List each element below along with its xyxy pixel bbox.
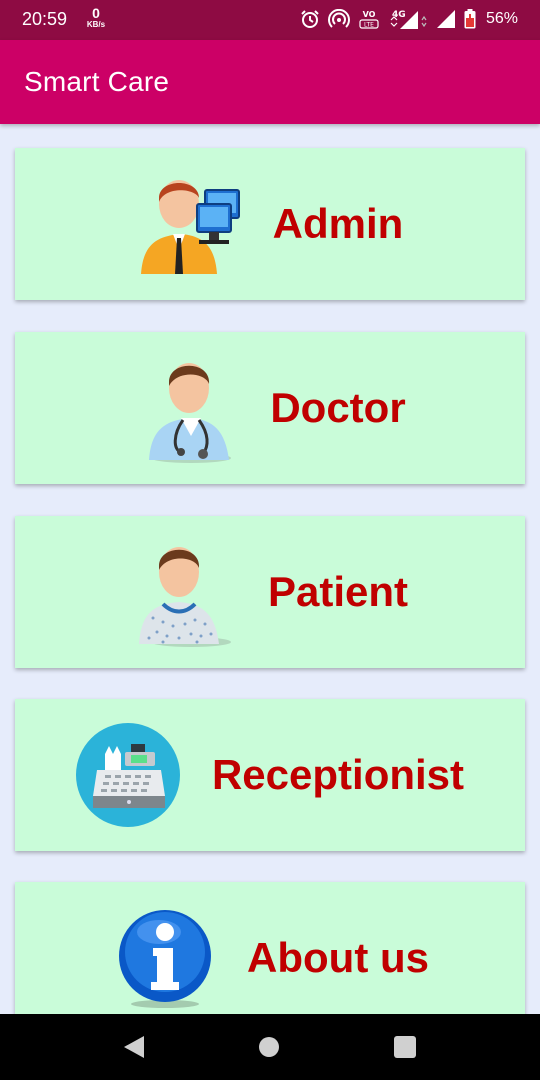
doctor-label: Doctor: [270, 384, 406, 431]
signal-4g-icon: 4G: [388, 8, 428, 30]
alarm-icon: [300, 9, 320, 29]
navigation-bar: [0, 1014, 540, 1080]
app-bar: Smart Care: [0, 40, 540, 124]
about-us-label: About us: [247, 934, 429, 981]
admin-icon: [135, 174, 245, 279]
back-icon[interactable]: [122, 1034, 146, 1065]
admin-card[interactable]: Admin: [15, 148, 525, 300]
receptionist-card[interactable]: Receptionist: [15, 699, 525, 851]
volte-icon: VO LTE: [358, 8, 380, 30]
info-icon: [115, 908, 215, 1015]
status-bar: 20:59 0 KB/s VO LTE 4G 56%: [0, 0, 540, 40]
receptionist-label: Receptionist: [211, 751, 465, 798]
network-speed: 0 KB/s: [84, 6, 108, 29]
receptionist-icon: [75, 722, 181, 833]
signal-icon: [436, 9, 456, 29]
battery-icon: [464, 9, 476, 29]
svg-text:LTE: LTE: [364, 22, 374, 29]
status-time: 20:59: [22, 9, 68, 29]
home-icon[interactable]: [258, 1036, 280, 1063]
admin-label: Admin: [272, 200, 404, 247]
app-title: Smart Care: [24, 66, 170, 97]
hotspot-icon: [327, 9, 350, 29]
doctor-icon: [133, 354, 233, 469]
doctor-card[interactable]: Doctor: [15, 332, 525, 484]
network-speed-value: 0: [92, 5, 100, 21]
patient-label: Patient: [267, 568, 409, 615]
svg-text:VO: VO: [363, 10, 376, 19]
network-speed-unit: KB/s: [86, 20, 106, 29]
about-us-card[interactable]: About us: [15, 882, 525, 1034]
recents-icon[interactable]: [394, 1036, 416, 1063]
patient-card[interactable]: Patient: [15, 516, 525, 668]
patient-icon: [133, 538, 233, 653]
status-icons: VO LTE 4G 56%: [300, 8, 518, 30]
svg-text:4G: 4G: [392, 10, 406, 20]
battery-level: 56%: [485, 10, 518, 27]
